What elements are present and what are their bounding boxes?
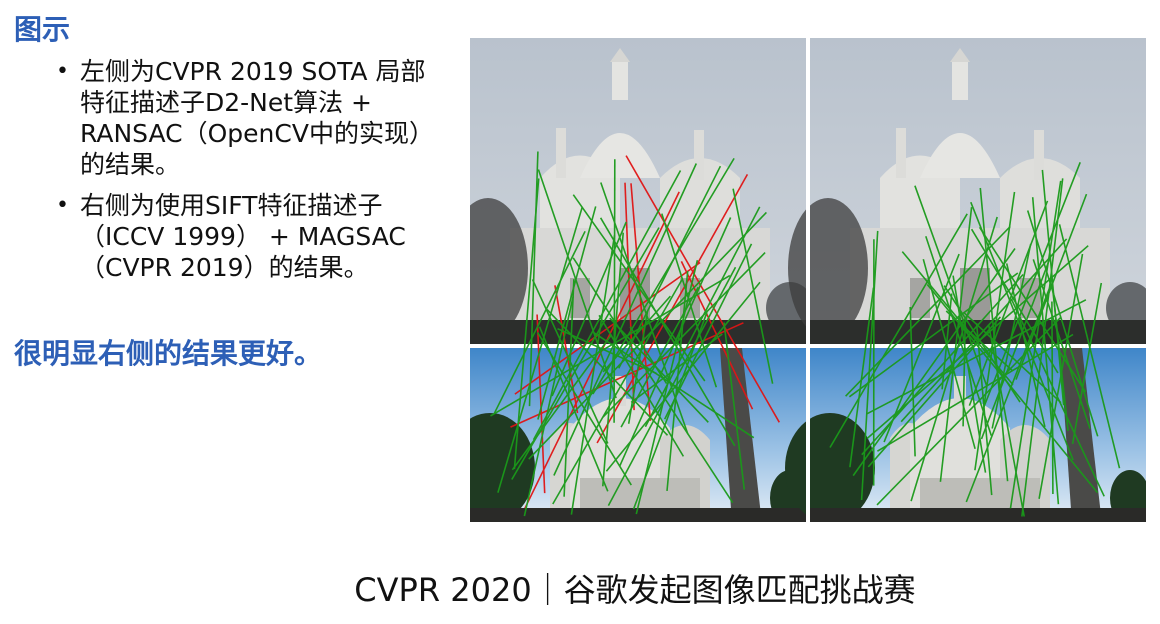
- slide: 图示 左侧为CVPR 2019 SOTA 局部特征描述子D2-Net算法 + R…: [0, 0, 1160, 624]
- section-heading: 图示: [14, 13, 71, 46]
- conclusion-text: 很明显右侧的结果更好。: [14, 337, 323, 370]
- matching-comparison-figure: [470, 38, 1146, 522]
- bullet-item-right-method: 右侧为使用SIFT特征描述子（ICCV 1999） + MAGSAC（CVPR …: [56, 190, 436, 283]
- inlier-match-line: [1051, 301, 1054, 495]
- footer-caption: CVPR 2020｜谷歌发起图像匹配挑战赛: [354, 571, 916, 609]
- bullet-list: 左侧为CVPR 2019 SOTA 局部特征描述子D2-Net算法 + RANS…: [56, 56, 436, 293]
- bullet-item-left-method: 左侧为CVPR 2019 SOTA 局部特征描述子D2-Net算法 + RANS…: [56, 56, 436, 180]
